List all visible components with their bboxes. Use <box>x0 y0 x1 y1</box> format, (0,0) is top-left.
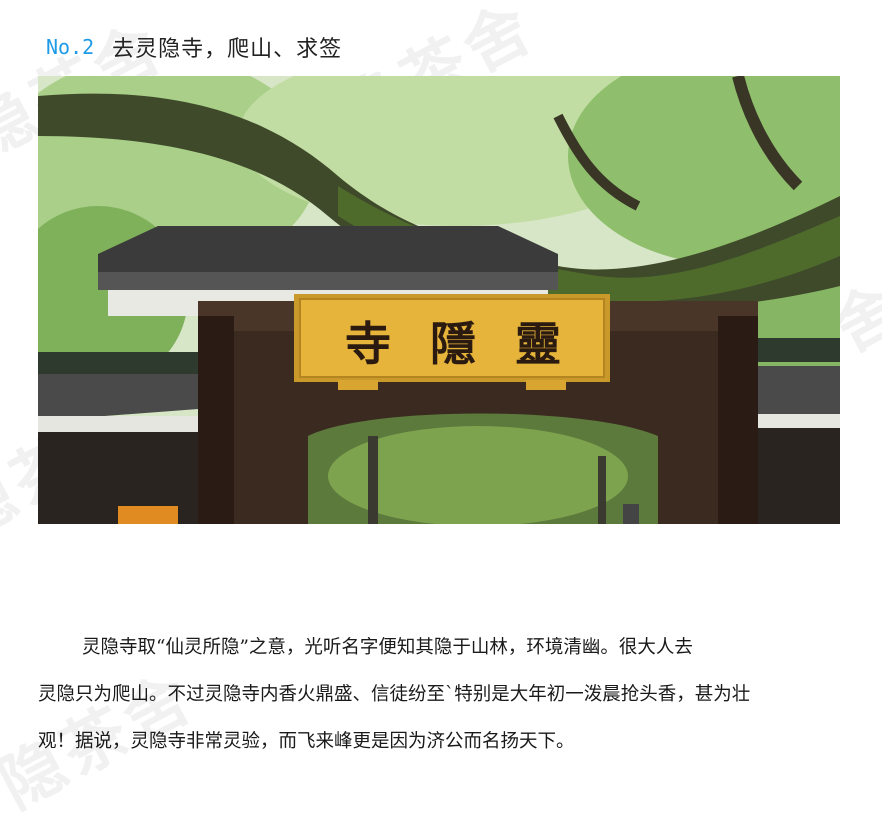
body-paragraph: 灵隐寺取“仙灵所隐”之意，光听名字便知其隐于山林，环境清幽。很大人去 灵隐只为爬… <box>38 624 838 765</box>
temple-gate-photo: 寺 隱 靈 <box>38 76 840 524</box>
plaque-char-3: 靈 <box>515 317 561 371</box>
plaque-char-2: 隱 <box>430 317 476 371</box>
paragraph-line: 观！据说，灵隐寺非常灵验，而飞来峰更是因为济公而名扬天下。 <box>38 731 575 752</box>
section-title: 去灵隐寺，爬山、求签 <box>112 37 343 62</box>
paragraph-line: 灵隐只为爬山。不过灵隐寺内香火鼎盛、信徒纷至`特别是大年初一泼晨抢头香，甚为壮 <box>38 684 751 705</box>
plaque-char-1: 寺 <box>345 317 391 371</box>
section-number: No.2 <box>46 35 95 59</box>
paragraph-line: 灵隐寺取“仙灵所隐”之意，光听名字便知其隐于山林，环境清幽。很大人去 <box>82 637 693 658</box>
section-heading: No.2 去灵隐寺，爬山、求签 <box>46 31 342 63</box>
